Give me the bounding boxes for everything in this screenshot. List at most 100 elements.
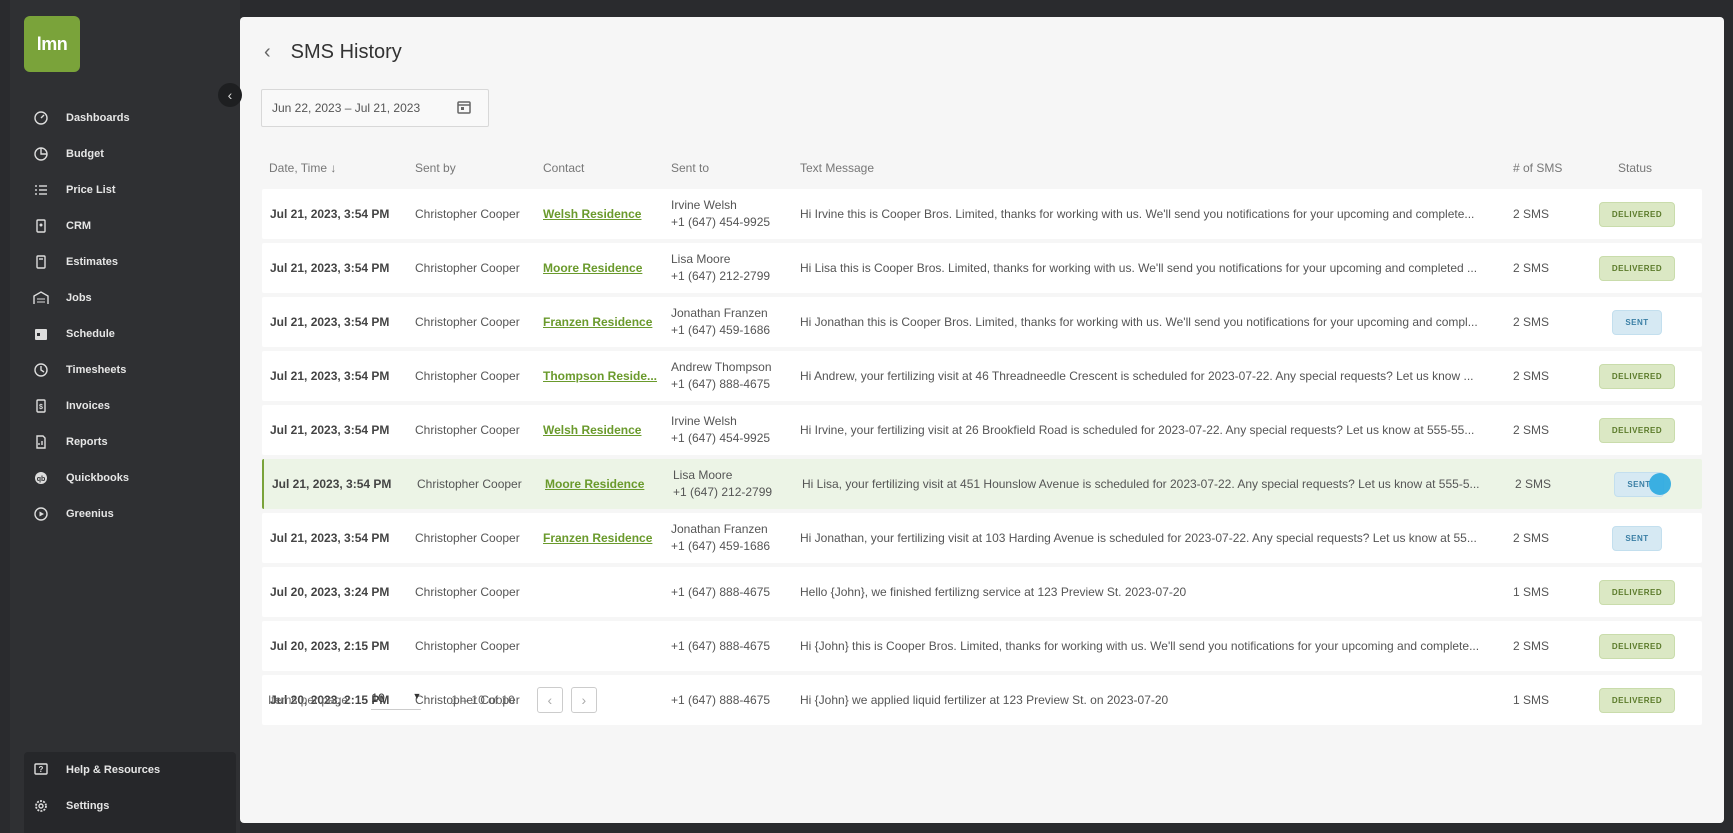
table-row[interactable]: Jul 21, 2023, 3:54 PM Christopher Cooper T… bbox=[262, 351, 1702, 401]
row-sent-to: Jonathan Franzen +1 (647) 459-1686 bbox=[671, 297, 791, 347]
collapse-sidebar-button[interactable]: ‹ bbox=[218, 83, 242, 107]
row-status: DELIVERED bbox=[1582, 405, 1692, 455]
recipient-name: Andrew Thompson bbox=[671, 360, 772, 374]
row-text-message[interactable]: Hi Andrew, your fertilizing visit at 46 … bbox=[800, 351, 1500, 401]
row-text-message[interactable]: Hi Lisa, your fertilizing visit at 451 H… bbox=[802, 459, 1502, 509]
row-date: Jul 21, 2023, 3:54 PM bbox=[270, 207, 390, 221]
row-sent-by: Christopher Cooper bbox=[415, 423, 520, 437]
sidebar-item-dashboards[interactable]: Dashboards bbox=[32, 100, 232, 136]
sidebar-item-label: Jobs bbox=[66, 292, 92, 304]
row-contact-link[interactable]: Moore Residence bbox=[545, 459, 665, 509]
status-badge: DELIVERED bbox=[1598, 255, 1676, 281]
row-sms-count: 2 SMS bbox=[1513, 639, 1550, 653]
sidebar-bottom-nav: ? Help & Resources Settings bbox=[24, 752, 236, 833]
sidebar-item-reports[interactable]: Reports bbox=[32, 424, 232, 460]
status-badge: DELIVERED bbox=[1598, 417, 1676, 443]
sidebar-item-budget[interactable]: Budget bbox=[32, 136, 232, 172]
row-contact-link[interactable]: Moore Residence bbox=[543, 243, 663, 293]
sidebar-item-label: Timesheets bbox=[66, 364, 127, 376]
row-text-message[interactable]: Hi {John} this is Cooper Bros. Limited, … bbox=[800, 621, 1500, 671]
sidebar-item-invoices[interactable]: $ Invoices bbox=[32, 388, 232, 424]
row-text-message[interactable]: Hi Irvine this is Cooper Bros. Limited, … bbox=[800, 189, 1500, 239]
sort-down-icon[interactable]: ↓ bbox=[330, 161, 336, 175]
main-panel: ‹ SMS History Jun 22, 2023 – Jul 21, 202… bbox=[240, 17, 1724, 823]
sidebar-item-quickbooks[interactable]: qb Quickbooks bbox=[32, 460, 232, 496]
lmn-logo[interactable]: lmn bbox=[24, 16, 80, 72]
sidebar-item-jobs[interactable]: Jobs bbox=[32, 280, 232, 316]
row-date: Jul 21, 2023, 3:54 PM bbox=[272, 477, 392, 491]
status-badge: SENT bbox=[1612, 309, 1662, 335]
row-contact-link[interactable]: Welsh Residence bbox=[543, 405, 663, 455]
row-contact-link[interactable] bbox=[543, 567, 663, 617]
row-contact-link[interactable]: Welsh Residence bbox=[543, 189, 663, 239]
sidebar-item-label: Price List bbox=[66, 184, 116, 196]
status-badge: DELIVERED bbox=[1598, 687, 1676, 713]
row-text-message[interactable]: Hi Lisa this is Cooper Bros. Limited, th… bbox=[800, 243, 1500, 293]
row-text-message[interactable]: Hi {John} we applied liquid fertilizer a… bbox=[800, 675, 1500, 725]
sidebar-item-settings[interactable]: Settings bbox=[24, 788, 236, 824]
row-sent-to: Jonathan Franzen +1 (647) 459-1686 bbox=[671, 513, 791, 563]
status-badge: SENT bbox=[1612, 525, 1662, 551]
sidebar-item-estimates[interactable]: Estimates bbox=[32, 244, 232, 280]
sidebar-item-label: Estimates bbox=[66, 256, 118, 268]
table-row[interactable]: Jul 21, 2023, 3:54 PM Christopher Cooper W… bbox=[262, 405, 1702, 455]
sidebar-item-label: Quickbooks bbox=[66, 472, 129, 484]
recipient-phone: +1 (647) 888-4675 bbox=[671, 692, 771, 707]
row-sent-by: Christopher Cooper bbox=[415, 531, 520, 545]
column-header-date[interactable]: Date, Time ↓ bbox=[269, 161, 336, 175]
row-sms-count: 2 SMS bbox=[1513, 369, 1550, 383]
table-row[interactable]: Jul 20, 2023, 2:15 PM Christopher Cooper +… bbox=[262, 621, 1702, 671]
row-contact-link[interactable]: Franzen Residence bbox=[543, 513, 663, 563]
page-title: SMS History bbox=[290, 41, 402, 63]
table-row[interactable]: Jul 21, 2023, 3:54 PM Christopher Cooper F… bbox=[262, 513, 1702, 563]
row-sent-by: Christopher Cooper bbox=[415, 369, 520, 383]
table-row[interactable]: Jul 21, 2023, 3:54 PM Christopher Cooper W… bbox=[262, 189, 1702, 239]
date-range-picker[interactable]: Jun 22, 2023 – Jul 21, 2023 bbox=[261, 89, 489, 127]
sidebar-item-timesheets[interactable]: Timesheets bbox=[32, 352, 232, 388]
sidebar-item-crm[interactable]: CRM bbox=[32, 208, 232, 244]
sidebar-item-label: Schedule bbox=[66, 328, 115, 340]
recipient-name: Lisa Moore bbox=[673, 468, 733, 482]
sidebar-item-help-resources[interactable]: ? Help & Resources bbox=[24, 752, 236, 788]
recipient-phone: +1 (647) 888-4675 bbox=[671, 638, 771, 653]
next-page-button[interactable]: › bbox=[570, 687, 597, 713]
row-sent-to: Andrew Thompson +1 (647) 888-4675 bbox=[671, 351, 791, 401]
row-contact-link[interactable]: Franzen Residence bbox=[543, 297, 663, 347]
back-arrow-icon[interactable]: ‹ bbox=[264, 41, 271, 64]
table-row[interactable]: Jul 21, 2023, 3:54 PM Christopher Cooper F… bbox=[262, 297, 1702, 347]
message-text: Hi Irvine, your fertilizing visit at 26 … bbox=[800, 423, 1475, 437]
sidebar-item-greenius[interactable]: Greenius bbox=[32, 496, 232, 532]
row-status: DELIVERED bbox=[1582, 351, 1692, 401]
dashboard-icon bbox=[32, 109, 50, 127]
row-status: SENT bbox=[1582, 297, 1692, 347]
sidebar-item-label: Greenius bbox=[66, 508, 114, 520]
sidebar-item-label: Settings bbox=[66, 800, 110, 812]
prev-page-button[interactable]: ‹ bbox=[536, 687, 563, 713]
row-contact-link[interactable] bbox=[543, 621, 663, 671]
row-contact-link[interactable]: Thompson Reside... bbox=[543, 351, 663, 401]
svg-text:$: $ bbox=[39, 404, 43, 411]
sidebar-nav: Dashboards Budget Price List CRM Estimates Jo… bbox=[32, 100, 232, 532]
sidebar-item-schedule[interactable]: Schedule bbox=[32, 316, 232, 352]
row-text-message[interactable]: Hi Irvine, your fertilizing visit at 26 … bbox=[800, 405, 1500, 455]
sidebar-item-price-list[interactable]: Price List bbox=[32, 172, 232, 208]
table-row[interactable]: Jul 21, 2023, 3:54 PM Christopher Cooper M… bbox=[262, 243, 1702, 293]
recipient-phone: +1 (647) 212-2799 bbox=[671, 269, 771, 283]
column-header-text-message: Text Message bbox=[800, 161, 875, 175]
quickbooks-icon: qb bbox=[32, 469, 50, 487]
table-row[interactable]: Jul 21, 2023, 3:54 PM Christopher Cooper M… bbox=[262, 459, 1702, 509]
table-row[interactable]: Jul 20, 2023, 3:24 PM Christopher Cooper +… bbox=[262, 567, 1702, 617]
svg-text:qb: qb bbox=[37, 476, 46, 483]
items-per-page-select[interactable]: 10 ▼ bbox=[371, 691, 422, 710]
row-sent-by: Christopher Cooper bbox=[415, 315, 520, 329]
sidebar-item-label: Invoices bbox=[66, 400, 111, 412]
row-text-message[interactable]: Hi Jonathan this is Cooper Bros. Limited… bbox=[800, 297, 1500, 347]
row-text-message[interactable]: Hi Jonathan, your fertilizing visit at 1… bbox=[800, 513, 1500, 563]
row-text-message[interactable]: Hello {John}, we finished fertilizng ser… bbox=[800, 567, 1500, 617]
sidebar-item-label: CRM bbox=[66, 220, 92, 232]
row-sent-by: Christopher Cooper bbox=[417, 477, 522, 491]
row-status: DELIVERED bbox=[1582, 675, 1692, 725]
column-header-sent-to: Sent to bbox=[671, 161, 710, 175]
calendar-icon[interactable] bbox=[456, 99, 472, 118]
mouse-cursor bbox=[1649, 473, 1671, 495]
